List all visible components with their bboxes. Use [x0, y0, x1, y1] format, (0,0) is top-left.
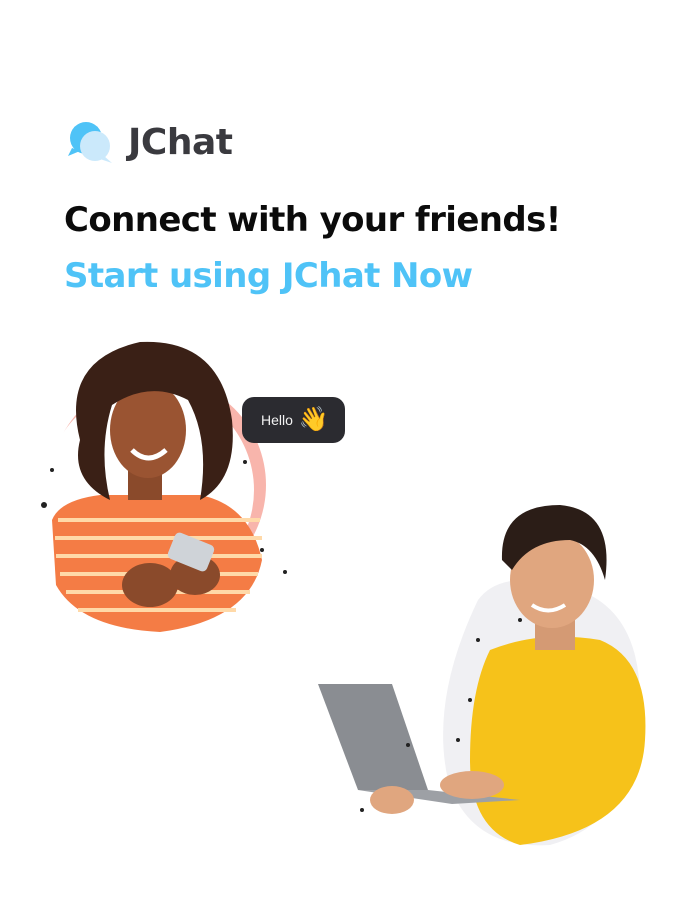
headline: Connect with your friends! — [64, 200, 561, 240]
subline: Start using JChat Now — [64, 256, 473, 296]
chat-bubbles-icon — [64, 118, 114, 166]
hero-illustration — [41, 341, 646, 846]
woman-avatar — [41, 341, 287, 632]
hello-chat-bubble: Hello 👋 — [242, 397, 345, 443]
waving-hand-icon: 👋 — [298, 406, 329, 433]
app-name: JChat — [128, 121, 233, 163]
man-avatar — [318, 505, 646, 846]
chat-bubble-text: Hello — [261, 412, 293, 428]
logo-row: JChat — [64, 118, 233, 166]
